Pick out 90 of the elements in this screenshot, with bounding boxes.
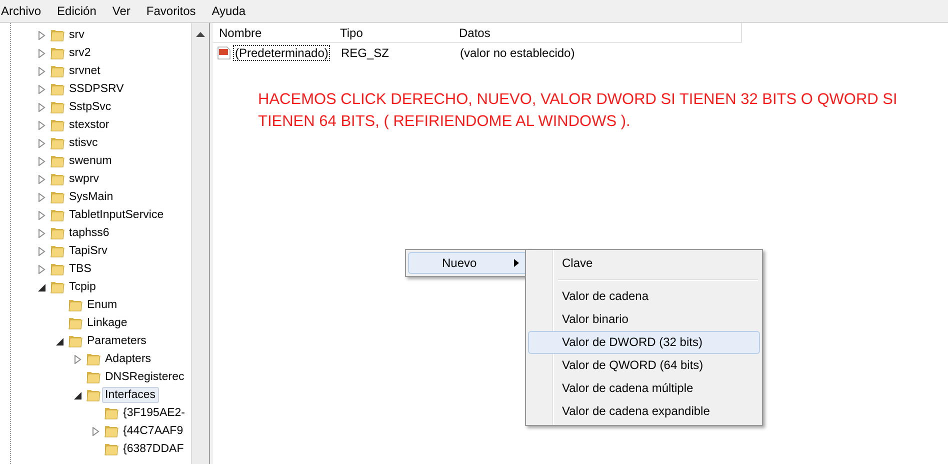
menu-item[interactable]: Valor de cadena múltiple bbox=[528, 377, 760, 400]
expanded-arrow-icon[interactable] bbox=[37, 282, 46, 292]
folder-icon bbox=[103, 441, 119, 457]
tree-item[interactable]: DNSRegisterec bbox=[102, 369, 188, 385]
tree-item[interactable]: Parameters bbox=[84, 333, 150, 349]
tree-item[interactable]: TabletInputService bbox=[66, 207, 167, 223]
collapsed-arrow-icon[interactable] bbox=[37, 156, 46, 166]
folder-icon bbox=[67, 315, 83, 331]
folder-icon bbox=[49, 225, 65, 241]
tree-item[interactable]: srvnet bbox=[66, 63, 104, 79]
menu-item[interactable]: Clave bbox=[528, 252, 760, 275]
collapsed-arrow-icon[interactable] bbox=[91, 426, 100, 436]
folder-icon bbox=[49, 171, 65, 187]
expanded-arrow-icon[interactable] bbox=[73, 390, 82, 400]
expanded-arrow-icon[interactable] bbox=[55, 336, 64, 346]
collapsed-arrow-icon[interactable] bbox=[37, 210, 46, 220]
folder-icon bbox=[49, 117, 65, 133]
tree-item[interactable]: Interfaces bbox=[102, 387, 158, 403]
folder-icon bbox=[49, 45, 65, 61]
menu-item[interactable]: Valor de cadena expandible bbox=[528, 400, 760, 423]
folder-icon bbox=[67, 297, 83, 313]
folder-icon bbox=[49, 27, 65, 43]
folder-icon bbox=[49, 189, 65, 205]
folder-icon bbox=[49, 207, 65, 223]
column-header[interactable]: Datos bbox=[453, 26, 490, 40]
scroll-up-icon[interactable] bbox=[196, 31, 205, 37]
menu-item[interactable]: Valor de QWORD (64 bits) bbox=[528, 354, 760, 377]
collapsed-arrow-icon[interactable] bbox=[37, 192, 46, 202]
folder-icon bbox=[85, 369, 101, 385]
collapsed-arrow-icon[interactable] bbox=[37, 228, 46, 238]
tree-item[interactable]: Tcpip bbox=[66, 279, 99, 295]
menu-item[interactable]: Valor de DWORD (32 bits) bbox=[528, 331, 760, 354]
menu-item[interactable]: Edición bbox=[57, 4, 102, 18]
collapsed-arrow-icon[interactable] bbox=[37, 174, 46, 184]
value-name[interactable]: (Predeterminado) bbox=[233, 45, 330, 61]
tree-item[interactable]: SSDPSRV bbox=[66, 81, 127, 97]
folder-icon bbox=[49, 81, 65, 97]
collapsed-arrow-icon[interactable] bbox=[37, 138, 46, 148]
tree-item[interactable]: Enum bbox=[84, 297, 120, 313]
collapsed-arrow-icon[interactable] bbox=[37, 48, 46, 58]
menu-item[interactable]: Ver bbox=[112, 4, 136, 18]
collapsed-arrow-icon[interactable] bbox=[73, 354, 82, 364]
collapsed-arrow-icon[interactable] bbox=[37, 102, 46, 112]
folder-icon bbox=[85, 351, 101, 367]
folder-icon bbox=[49, 243, 65, 259]
folder-icon bbox=[67, 333, 83, 349]
menu-item[interactable]: Archivo bbox=[1, 4, 48, 18]
tree-item[interactable]: SstpSvc bbox=[66, 99, 114, 115]
value-data: (valor no establecido) bbox=[459, 46, 575, 60]
folder-icon bbox=[49, 135, 65, 151]
collapsed-arrow-icon[interactable] bbox=[37, 84, 46, 94]
folder-icon bbox=[49, 153, 65, 169]
tree-item[interactable]: taphss6 bbox=[66, 225, 112, 241]
folder-icon bbox=[49, 63, 65, 79]
menu-item[interactable]: Valor de cadena bbox=[528, 285, 760, 308]
value-type: REG_SZ bbox=[340, 46, 390, 60]
menu-item[interactable]: Valor binario bbox=[528, 308, 760, 331]
collapsed-arrow-icon[interactable] bbox=[37, 264, 46, 274]
folder-icon bbox=[49, 279, 65, 295]
collapsed-arrow-icon[interactable] bbox=[37, 66, 46, 76]
tree-item[interactable]: Linkage bbox=[84, 315, 130, 331]
tree-item[interactable]: srv bbox=[66, 27, 88, 43]
folder-icon bbox=[49, 261, 65, 277]
tree-item[interactable]: swenum bbox=[66, 153, 115, 169]
tree-item[interactable]: Adapters bbox=[102, 351, 154, 367]
menu-item[interactable]: Favoritos bbox=[146, 4, 202, 18]
collapsed-arrow-icon[interactable] bbox=[37, 120, 46, 130]
annotation-text: HACEMOS CLICK DERECHO, NUEVO, VALOR DWORD SI TIENEN 32 BITS O QWORD SI TIENEN 64 BITS, ( REFIRIENDOME AL WINDOWS ). bbox=[258, 90, 898, 132]
menu-item[interactable]: Ayuda bbox=[212, 4, 252, 18]
folder-icon bbox=[103, 405, 119, 421]
tree-item[interactable]: TapiSrv bbox=[66, 243, 110, 259]
scrollbar[interactable] bbox=[191, 23, 209, 464]
tree-item[interactable]: {6387DDAF bbox=[120, 441, 187, 457]
collapsed-arrow-icon[interactable] bbox=[37, 246, 46, 256]
column-header[interactable]: Tipo bbox=[334, 26, 453, 40]
tree-item[interactable]: SysMain bbox=[66, 189, 116, 205]
string-value-icon bbox=[217, 46, 231, 60]
tree-item[interactable]: stexstor bbox=[66, 117, 112, 133]
tree-item[interactable]: {3F195AE2- bbox=[120, 405, 188, 421]
submenu-arrow-icon bbox=[514, 259, 519, 267]
folder-icon bbox=[85, 387, 101, 403]
tree-item[interactable]: {44C7AAF9 bbox=[120, 423, 186, 439]
tree-item[interactable]: stisvc bbox=[66, 135, 101, 151]
collapsed-arrow-icon[interactable] bbox=[37, 30, 46, 40]
tree-item[interactable]: TBS bbox=[66, 261, 94, 277]
folder-icon bbox=[103, 423, 119, 439]
tree-item[interactable]: swprv bbox=[66, 171, 102, 187]
tree-item[interactable]: srv2 bbox=[66, 45, 94, 61]
column-header[interactable]: Nombre bbox=[213, 26, 334, 40]
folder-icon bbox=[49, 99, 65, 115]
